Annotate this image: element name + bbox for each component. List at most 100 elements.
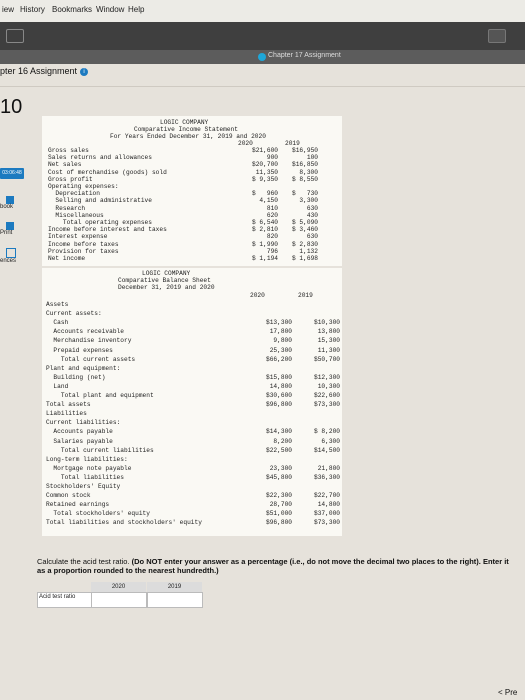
menu-help[interactable]: Help — [128, 5, 144, 14]
is-row-label: Cost of merchandise (goods) sold — [48, 168, 167, 176]
timer-badge: 03:06:48 — [0, 168, 24, 179]
is-company: LOGIC COMPANY — [160, 119, 209, 126]
extension-icon[interactable] — [488, 29, 506, 43]
tab-strip: Chapter 17 Assignment — [0, 50, 525, 64]
bs-row-label: Stockholders' Equity — [46, 483, 121, 490]
references-label: ences — [0, 258, 17, 264]
bs-row-value-2019: $22,600 — [314, 392, 340, 399]
bs-row-value-2019: 6,300 — [321, 437, 340, 445]
menu-window[interactable]: Window — [96, 5, 124, 14]
is-row-value-2019: 3,300 — [299, 197, 318, 205]
is-row-value-2019: 630 — [306, 204, 318, 212]
is-row-value-2020: $ 1,194 — [252, 255, 278, 262]
bs-row-value-2019: $14,500 — [314, 446, 340, 454]
is-row-value-2019: 630 — [306, 233, 318, 241]
bs-title: Comparative Balance Sheet — [118, 277, 211, 284]
bs-row-label: Current liabilities: — [46, 419, 121, 427]
is-row-value-2020: 4,150 — [259, 197, 278, 205]
bs-row-value-2020: $51,000 — [266, 510, 292, 518]
bs-row-label: Common stock — [46, 492, 91, 500]
assignment-title: pter 16 Assignment i — [0, 66, 89, 76]
bs-col1: 2020 — [250, 292, 265, 299]
is-col2: 2019 — [285, 140, 300, 147]
bs-row-label: Total stockholders' equity — [46, 510, 150, 518]
bs-row-label: Mortgage note payable — [46, 464, 132, 472]
ebook-label: book — [0, 204, 14, 210]
bs-row-label: Total current assets — [46, 355, 136, 363]
is-row-value-2019: 430 — [306, 211, 318, 219]
is-row-value-2020: 810 — [266, 204, 278, 212]
is-row-value-2020: 620 — [266, 211, 278, 219]
bs-row-label: Cash — [46, 319, 69, 327]
acid-test-2020-input[interactable] — [91, 592, 147, 608]
answer-grid: 2020 2019 Acid test ratio — [37, 582, 207, 610]
prev-button[interactable]: < Pre — [498, 688, 517, 697]
is-row-value-2020: $21,600 — [252, 147, 278, 154]
is-row-value-2020: 900 — [266, 154, 278, 162]
is-row-value-2019: $ 730 — [292, 190, 318, 198]
is-row-label: Selling and administrative — [48, 197, 152, 205]
answer-row-label: Acid test ratio — [39, 594, 76, 600]
bs-row-label: Assets — [46, 301, 69, 308]
bs-row-value-2019: $73,300 — [314, 519, 340, 527]
is-row-value-2020: $ 6,540 — [252, 219, 278, 226]
is-row-value-2019: 1,132 — [299, 247, 318, 255]
bs-row-value-2019: 10,300 — [317, 382, 340, 390]
book-icon — [6, 196, 14, 204]
tab-favicon-icon — [258, 53, 266, 61]
bs-row-label: Salaries payable — [46, 437, 113, 445]
bs-row-label: Retained earnings — [46, 501, 110, 509]
bs-row-value-2020: 17,800 — [269, 328, 292, 336]
is-row-value-2020: $ 9,350 — [252, 175, 278, 183]
bs-row-label: Total plant and equipment — [46, 392, 154, 399]
bs-row-value-2020: $45,800 — [266, 473, 292, 481]
is-row-label: Miscellaneous — [48, 211, 104, 219]
bs-row-value-2020: 9,800 — [273, 337, 292, 345]
bs-row-label: Long-term liabilities: — [46, 455, 128, 463]
bs-row-label: Total assets — [46, 401, 91, 409]
bs-company: LOGIC COMPANY — [142, 270, 191, 277]
bs-row-value-2019: $12,300 — [314, 373, 340, 381]
bs-row-value-2020: 25,300 — [269, 346, 292, 354]
menu-bookmarks[interactable]: Bookmarks — [52, 5, 92, 14]
bs-row-value-2019: $22,700 — [314, 492, 340, 500]
info-icon[interactable]: i — [80, 67, 89, 76]
bs-row-value-2019: 13,800 — [317, 328, 340, 336]
is-row-value-2020: $ 2,810 — [252, 226, 278, 234]
is-row-label: Provision for taxes — [48, 247, 119, 255]
bs-row-value-2019: $73,300 — [314, 401, 340, 409]
menu-view[interactable]: iew — [2, 5, 14, 14]
sidebar-toggle-icon[interactable] — [6, 29, 24, 43]
menu-history[interactable]: History — [20, 5, 45, 14]
is-row-label: Gross profit — [48, 175, 93, 183]
bs-row-value-2020: $30,600 — [266, 392, 292, 399]
bs-row-label: Building (net) — [46, 373, 106, 381]
is-row-value-2019: $ 1,698 — [292, 255, 318, 262]
bs-row-label: Land — [46, 382, 69, 390]
acid-test-2019-input[interactable] — [147, 592, 203, 608]
ebook-link[interactable]: book — [0, 196, 14, 210]
income-statement: LOGIC COMPANY Comparative Income Stateme… — [42, 116, 342, 266]
assignment-title-text: pter 16 Assignment — [0, 66, 78, 76]
print-link[interactable]: Print — [0, 222, 14, 236]
answer-col-2019: 2019 — [147, 582, 202, 592]
divider — [0, 86, 525, 87]
is-row-value-2020: $ 960 — [252, 190, 278, 198]
is-row-value-2019: $ 2,830 — [292, 240, 318, 248]
is-row-label: Depreciation — [48, 190, 100, 198]
bs-row-value-2019: 21,800 — [317, 464, 340, 472]
balance-sheet: LOGIC COMPANY Comparative Balance Sheet … — [42, 268, 342, 536]
bs-row-value-2020: $22,500 — [266, 446, 292, 454]
bs-col2: 2019 — [298, 292, 313, 299]
is-row-label: Net income — [48, 255, 86, 262]
print-icon — [6, 222, 14, 230]
references-link[interactable]: ences — [0, 248, 16, 264]
question-prompt: Calculate the acid test ratio. (Do NOT e… — [37, 557, 517, 575]
is-row-label: Income before interest and taxes — [48, 226, 167, 234]
tab-title[interactable]: Chapter 17 Assignment — [268, 52, 341, 59]
is-row-value-2019: $ 3,460 — [292, 226, 318, 234]
bs-row-label: Total liabilities — [46, 473, 124, 481]
is-row-value-2019: 8,300 — [299, 168, 318, 176]
is-row-label: Net sales — [48, 161, 82, 169]
is-title: Comparative Income Statement — [134, 126, 238, 133]
